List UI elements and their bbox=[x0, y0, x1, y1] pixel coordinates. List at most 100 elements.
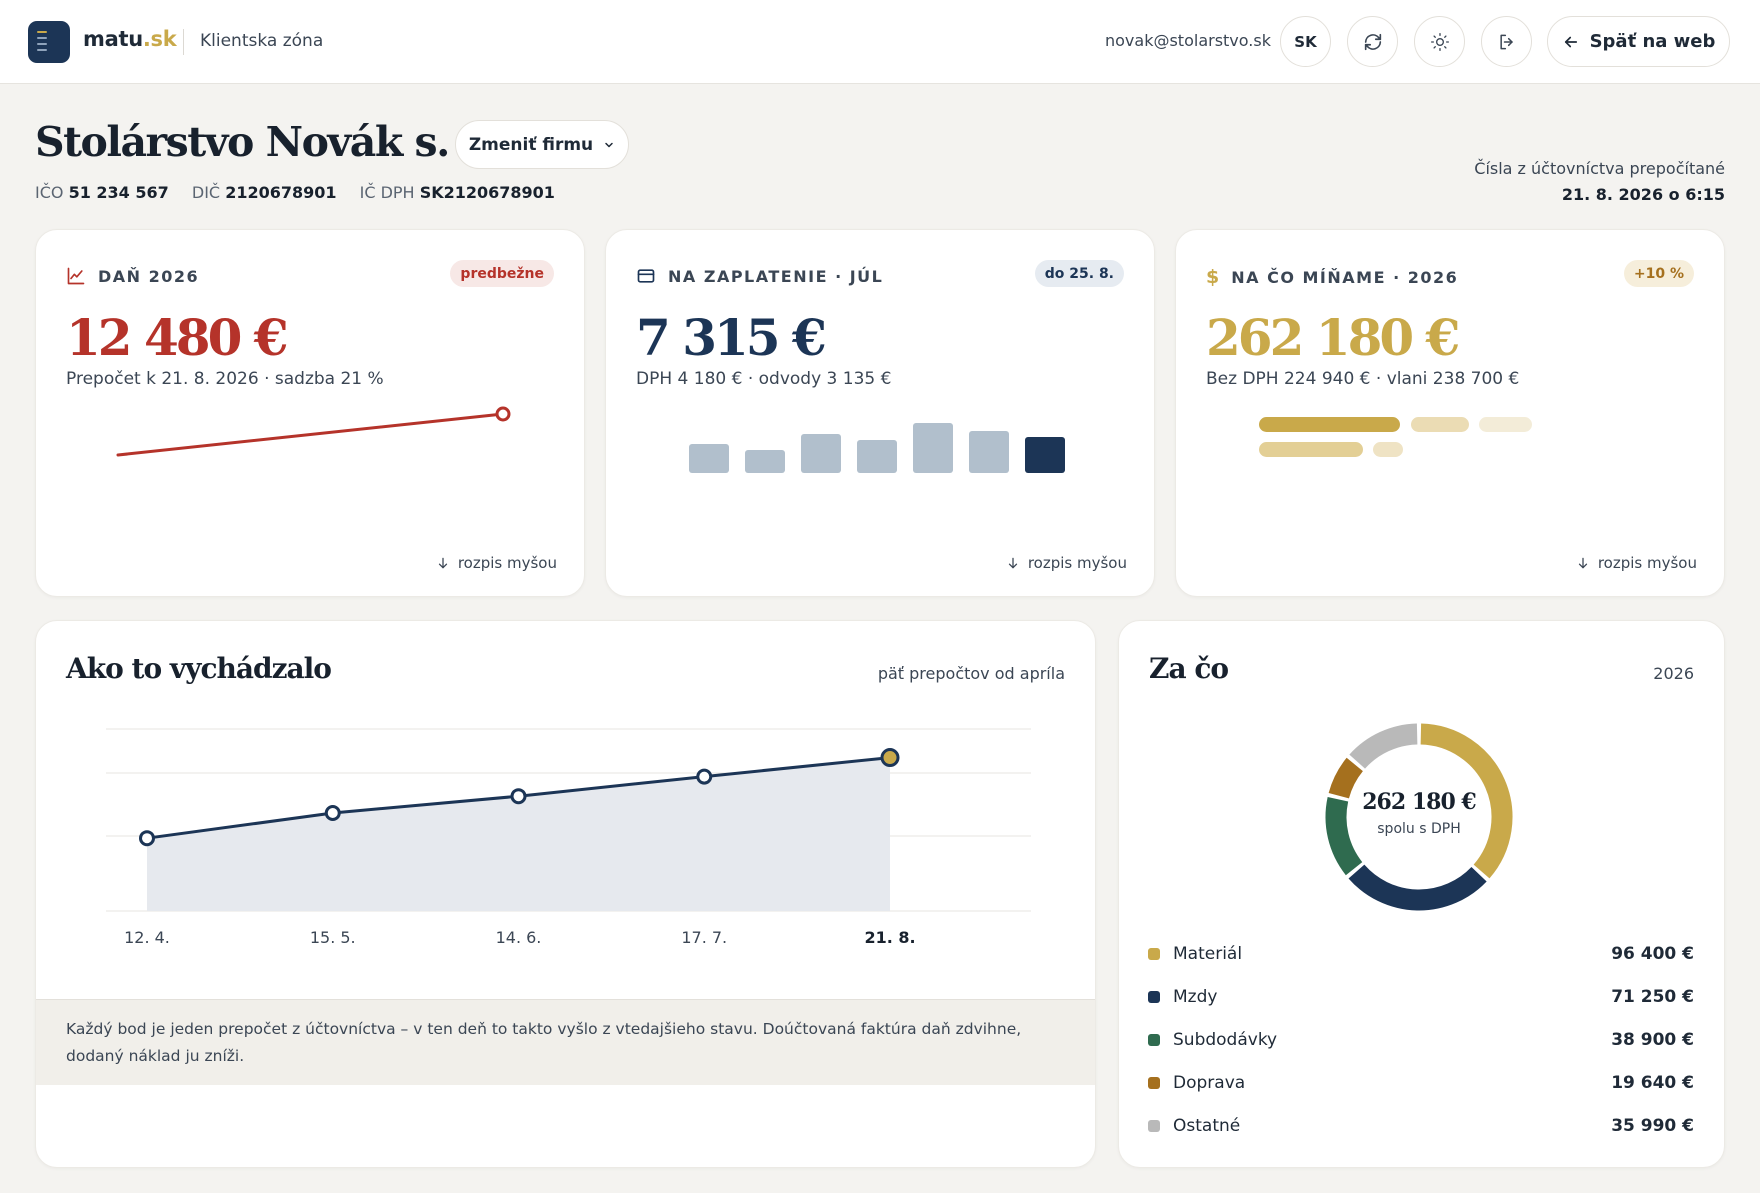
credit-card-icon bbox=[637, 269, 655, 283]
status-badge: predbežne bbox=[450, 260, 554, 287]
payment-bar bbox=[1025, 437, 1065, 473]
legend-swatch bbox=[1148, 991, 1160, 1003]
legend-item: Doprava 19 640 € bbox=[1148, 1073, 1694, 1093]
logout-icon bbox=[1499, 34, 1513, 49]
growth-badge: +10 % bbox=[1623, 260, 1694, 287]
change-company-button[interactable]: Zmeniť firmu bbox=[455, 120, 629, 169]
theme-button[interactable] bbox=[1414, 16, 1465, 67]
payment-bar-chart bbox=[689, 423, 1065, 473]
breakdown-donut-chart bbox=[1325, 723, 1513, 911]
spending-bar bbox=[1373, 442, 1403, 457]
history-card: Ako to vychádzalo päť prepočtov od apríl… bbox=[35, 620, 1096, 1168]
legend-label: Subdodávky bbox=[1173, 1030, 1278, 1050]
legend-value: 96 400 € bbox=[1611, 944, 1694, 964]
history-point bbox=[696, 768, 713, 785]
spending-bar-skeleton bbox=[1259, 417, 1532, 457]
history-subtitle: päť prepočtov od apríla bbox=[877, 664, 1065, 683]
payment-card-header: NA ZAPLATENIE · JÚL bbox=[636, 266, 883, 286]
chart-icon bbox=[67, 267, 85, 285]
legend-item: Ostatné 35 990 € bbox=[1148, 1116, 1694, 1136]
chevron-down-icon bbox=[605, 142, 613, 147]
logout-button[interactable] bbox=[1481, 16, 1532, 67]
payment-subtitle: DPH 4 180 € · odvody 3 135 € bbox=[636, 369, 892, 389]
tax-subtitle: Prepočet k 21. 8. 2026 · sadzba 21 % bbox=[66, 369, 384, 389]
arrow-left-icon bbox=[1564, 36, 1577, 47]
legend-swatch bbox=[1148, 948, 1160, 960]
history-line-chart: 12. 4. 15. 5. 14. 6. 17. 7. 21. 8. bbox=[106, 728, 1031, 947]
payment-breakdown-link[interactable]: rozpis myšou bbox=[1006, 554, 1127, 572]
legend-label: Materiál bbox=[1173, 944, 1243, 964]
spending-card-header: $ NA ČO MÍŇAME · 2026 bbox=[1206, 266, 1459, 288]
arrow-down-icon bbox=[1008, 557, 1017, 569]
x-tick-label: 17. 7. bbox=[681, 928, 727, 947]
language-button[interactable]: SK bbox=[1280, 16, 1331, 67]
history-point bbox=[324, 805, 341, 821]
legend-label: Doprava bbox=[1173, 1073, 1246, 1093]
x-tick-label: 12. 4. bbox=[124, 928, 170, 947]
history-title: Ako to vychádzalo bbox=[66, 652, 332, 685]
legend-label: Mzdy bbox=[1173, 987, 1218, 1007]
recalc-info: Čísla z účtovníctva prepočítané 21. 8. 2… bbox=[1474, 159, 1725, 204]
legend-item: Subdodávky 38 900 € bbox=[1148, 1030, 1694, 1050]
due-date-badge: do 25. 8. bbox=[1034, 260, 1124, 287]
payment-amount: 7 315 € bbox=[636, 308, 827, 367]
breakdown-year: 2026 bbox=[1653, 664, 1694, 683]
legend-swatch bbox=[1148, 1077, 1160, 1089]
tax-trend-sparkline bbox=[116, 406, 511, 457]
tax-trend-point bbox=[495, 406, 511, 422]
spending-amount: 262 180 € bbox=[1206, 308, 1460, 367]
legend-swatch bbox=[1148, 1120, 1160, 1132]
history-area bbox=[147, 757, 890, 911]
legend-value: 38 900 € bbox=[1611, 1030, 1694, 1050]
arrow-down-icon bbox=[1578, 557, 1587, 569]
sun-icon bbox=[1430, 32, 1449, 51]
legend-label: Ostatné bbox=[1173, 1116, 1241, 1136]
history-point bbox=[139, 830, 155, 847]
top-bar: matu.sk Klientska zóna novak@stolarstvo.… bbox=[0, 0, 1760, 84]
user-email: novak@stolarstvo.sk bbox=[1105, 31, 1271, 50]
logo-icon[interactable] bbox=[28, 21, 70, 63]
history-point bbox=[510, 788, 527, 805]
legend-value: 19 640 € bbox=[1611, 1073, 1694, 1093]
tax-card[interactable]: DAŇ 2026 predbežne 12 480 € Prepočet k 2… bbox=[35, 229, 585, 597]
top-divider bbox=[183, 29, 184, 55]
spending-subtitle: Bez DPH 224 940 € · vlani 238 700 € bbox=[1206, 369, 1520, 389]
tax-card-header: DAŇ 2026 bbox=[66, 266, 199, 286]
tax-breakdown-link[interactable]: rozpis myšou bbox=[436, 554, 557, 572]
payment-card[interactable]: NA ZAPLATENIE · JÚL do 25. 8. 7 315 € DP… bbox=[605, 229, 1155, 597]
payment-bar bbox=[801, 434, 841, 473]
donut-slice bbox=[1348, 864, 1487, 911]
zone-label: Klientska zóna bbox=[200, 31, 324, 51]
spending-bar bbox=[1411, 417, 1469, 432]
back-to-web-button[interactable]: Späť na web bbox=[1547, 16, 1730, 67]
x-tick-label: 14. 6. bbox=[496, 928, 542, 947]
spending-bar bbox=[1479, 417, 1532, 432]
x-tick-label: 21. 8. bbox=[864, 928, 915, 947]
payment-bar bbox=[745, 450, 785, 473]
refresh-icon bbox=[1364, 33, 1381, 50]
history-note: Každý bod je jeden prepočet z účtovníctv… bbox=[36, 999, 1095, 1085]
history-point bbox=[880, 748, 900, 768]
payment-bar bbox=[913, 423, 953, 473]
breakdown-title: Za čo bbox=[1149, 652, 1229, 685]
legend-value: 35 990 € bbox=[1611, 1116, 1694, 1136]
payment-bar bbox=[969, 431, 1009, 473]
legend-item: Mzdy 71 250 € bbox=[1148, 987, 1694, 1007]
donut-center-label: spolu s DPH bbox=[1377, 821, 1461, 837]
tax-trend-line bbox=[116, 412, 505, 457]
payment-bar bbox=[689, 444, 729, 473]
company-ids: IČO 51 234 567 DIČ 2120678901 IČ DPH SK2… bbox=[35, 183, 555, 202]
x-tick-label: 15. 5. bbox=[310, 928, 356, 947]
spending-bar bbox=[1259, 442, 1363, 457]
donut-center-value: 262 180 € bbox=[1362, 789, 1476, 815]
spending-card[interactable]: $ NA ČO MÍŇAME · 2026 +10 % 262 180 € Be… bbox=[1175, 229, 1725, 597]
spending-breakdown-link[interactable]: rozpis myšou bbox=[1576, 554, 1697, 572]
brand-name[interactable]: matu.sk bbox=[83, 27, 177, 51]
spending-bar bbox=[1259, 417, 1400, 432]
dollar-icon: $ bbox=[1206, 266, 1220, 288]
legend-item: Materiál 96 400 € bbox=[1148, 944, 1694, 964]
legend-swatch bbox=[1148, 1034, 1160, 1046]
tax-amount: 12 480 € bbox=[66, 308, 289, 367]
refresh-button[interactable] bbox=[1347, 16, 1398, 67]
payment-bar bbox=[857, 440, 897, 473]
